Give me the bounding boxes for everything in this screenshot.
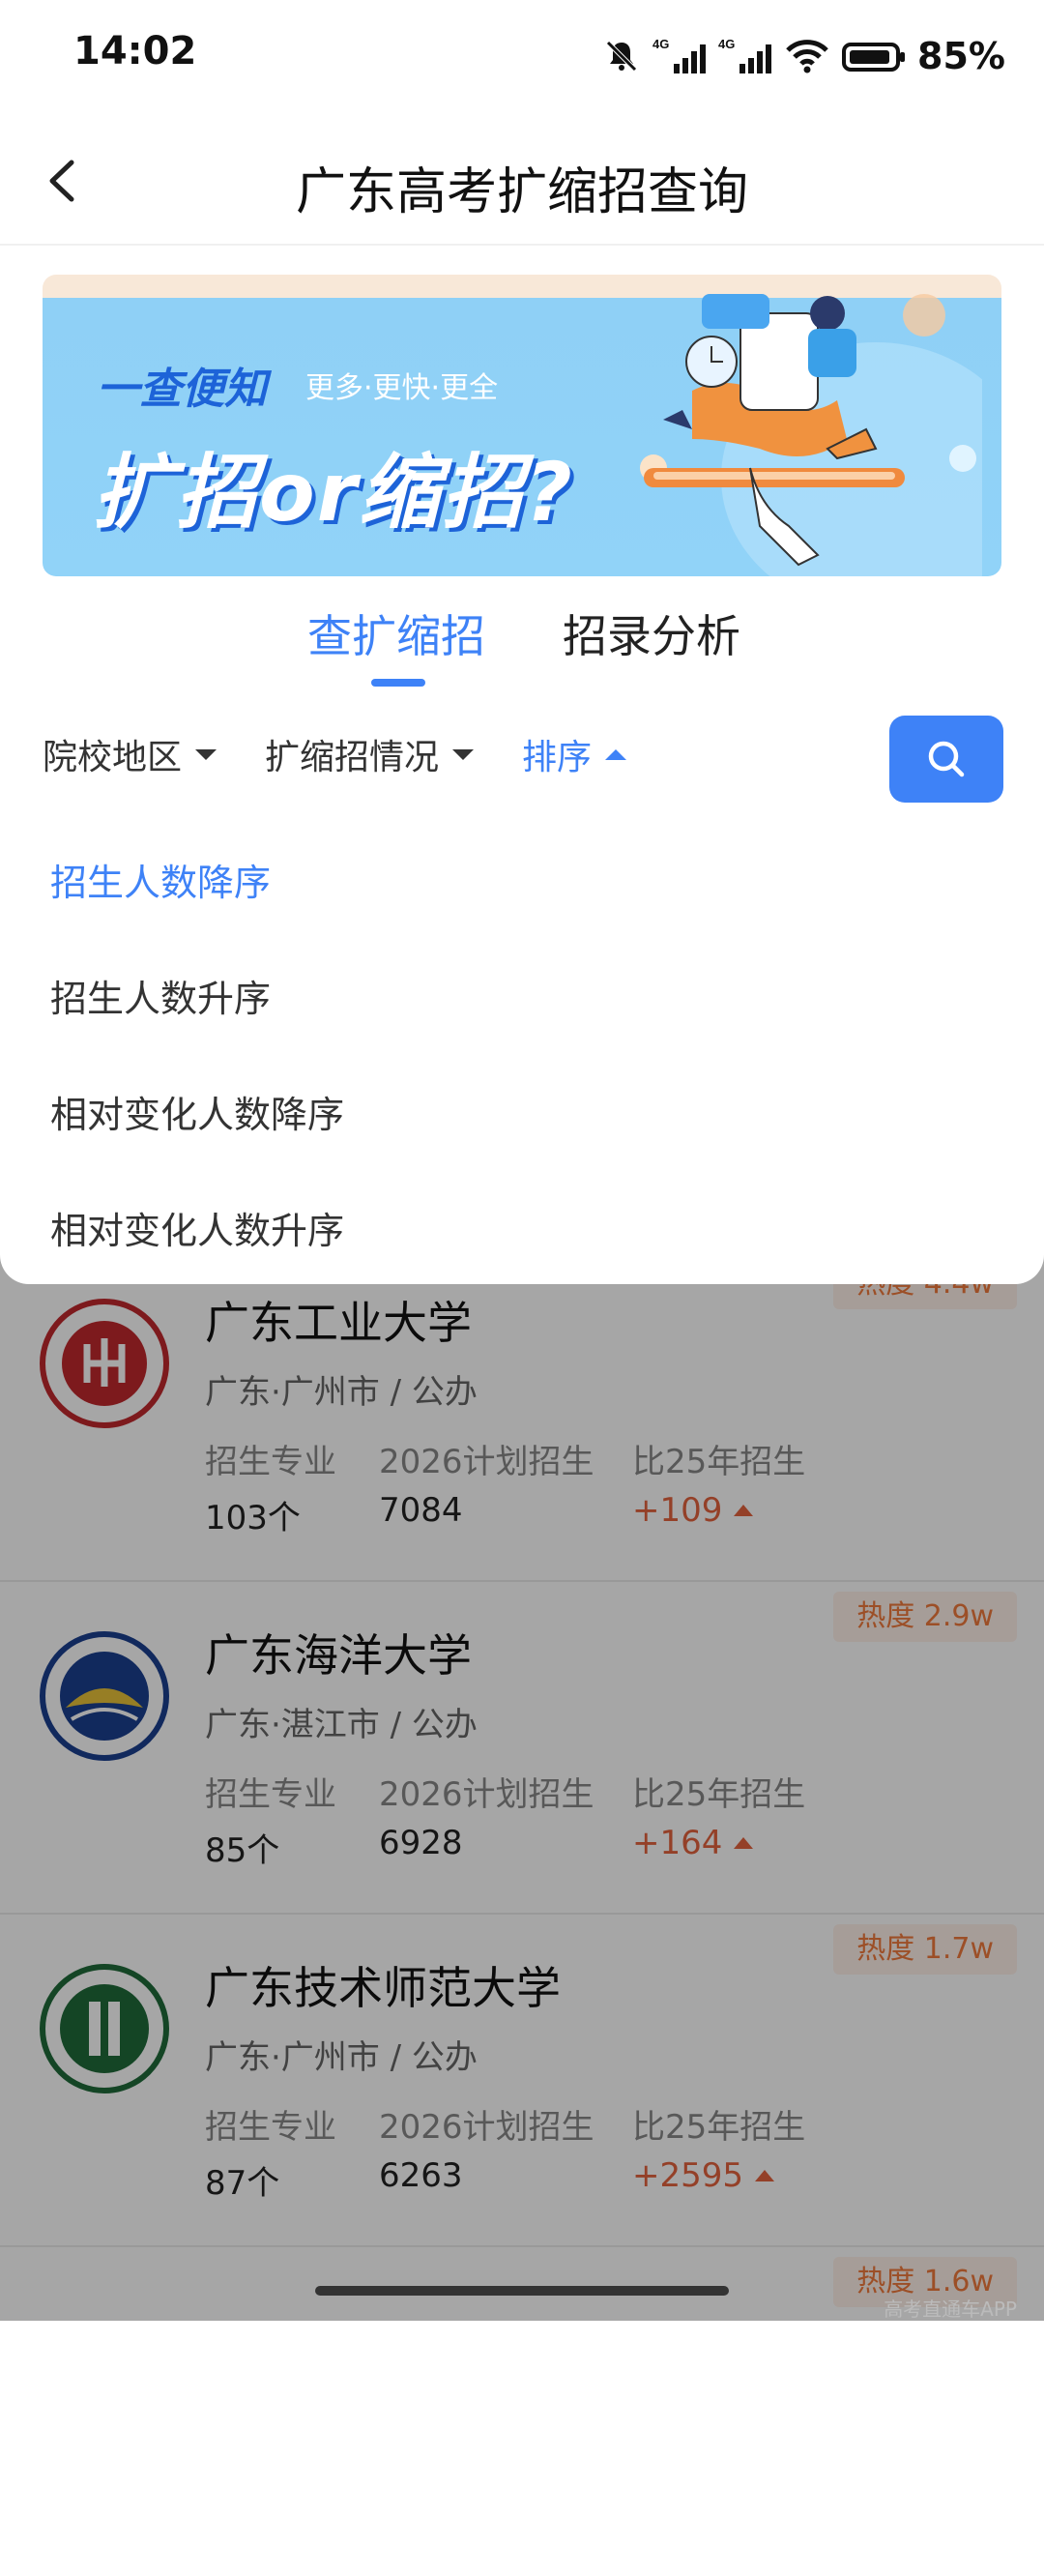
tab-expand-shrink[interactable]: 查扩缩招 bbox=[307, 601, 485, 665]
signal-1-label: 4G bbox=[652, 37, 669, 51]
header: 广东高考扩缩招查询 bbox=[0, 116, 1044, 246]
banner-slogan: 一查便知 bbox=[97, 365, 267, 414]
filter-change-label: 扩缩招情况 bbox=[265, 738, 440, 777]
filter-sort[interactable]: 排序 bbox=[522, 729, 627, 779]
promo-banner[interactable]: 一查便知 更多·更快·更全 扩招or缩招? bbox=[43, 275, 1001, 576]
status-icons: 4G 4G 85% bbox=[602, 29, 1005, 83]
dropdown-arrow-icon bbox=[195, 748, 218, 760]
status-time: 14:02 bbox=[73, 29, 197, 73]
status-bar: 14:02 4G 4G 85% bbox=[0, 0, 1044, 116]
sort-option-change-asc[interactable]: 相对变化人数升序 bbox=[50, 1201, 344, 1254]
banner-headline: 扩招or缩招? bbox=[93, 445, 574, 540]
signal-icon: 4G bbox=[652, 37, 707, 73]
signal-icon: 4G bbox=[718, 37, 772, 73]
sort-option-change-desc[interactable]: 相对变化人数降序 bbox=[50, 1085, 344, 1138]
sort-dropdown-menu: 招生人数降序 招生人数升序 相对变化人数降序 相对变化人数升序 bbox=[0, 818, 1044, 1284]
dropdown-arrow-up-icon bbox=[605, 748, 627, 760]
tab-admission-analysis[interactable]: 招录分析 bbox=[563, 601, 740, 665]
home-indicator[interactable] bbox=[315, 2286, 729, 2296]
search-icon bbox=[928, 741, 965, 777]
filter-change-status[interactable]: 扩缩招情况 bbox=[265, 729, 475, 779]
battery-icon bbox=[842, 43, 906, 72]
filter-sort-label: 排序 bbox=[522, 738, 593, 777]
battery-percent: 85% bbox=[917, 35, 1005, 77]
banner-illustration bbox=[640, 294, 982, 576]
wifi-icon bbox=[786, 40, 828, 73]
banner-subslogan: 更多·更快·更全 bbox=[305, 371, 499, 405]
signal-2-label: 4G bbox=[718, 37, 735, 51]
sort-option-enroll-desc[interactable]: 招生人数降序 bbox=[50, 853, 271, 906]
filter-region-label: 院校地区 bbox=[43, 738, 183, 777]
sort-option-enroll-asc[interactable]: 招生人数升序 bbox=[50, 969, 271, 1022]
filter-region[interactable]: 院校地区 bbox=[43, 729, 218, 779]
search-button[interactable] bbox=[889, 716, 1003, 803]
mute-icon bbox=[606, 41, 637, 72]
dropdown-arrow-icon bbox=[452, 748, 475, 760]
tab-indicator bbox=[371, 679, 425, 687]
app-watermark: 高考直通车APP bbox=[884, 2298, 1017, 2321]
page-title: 广东高考扩缩招查询 bbox=[295, 163, 748, 221]
